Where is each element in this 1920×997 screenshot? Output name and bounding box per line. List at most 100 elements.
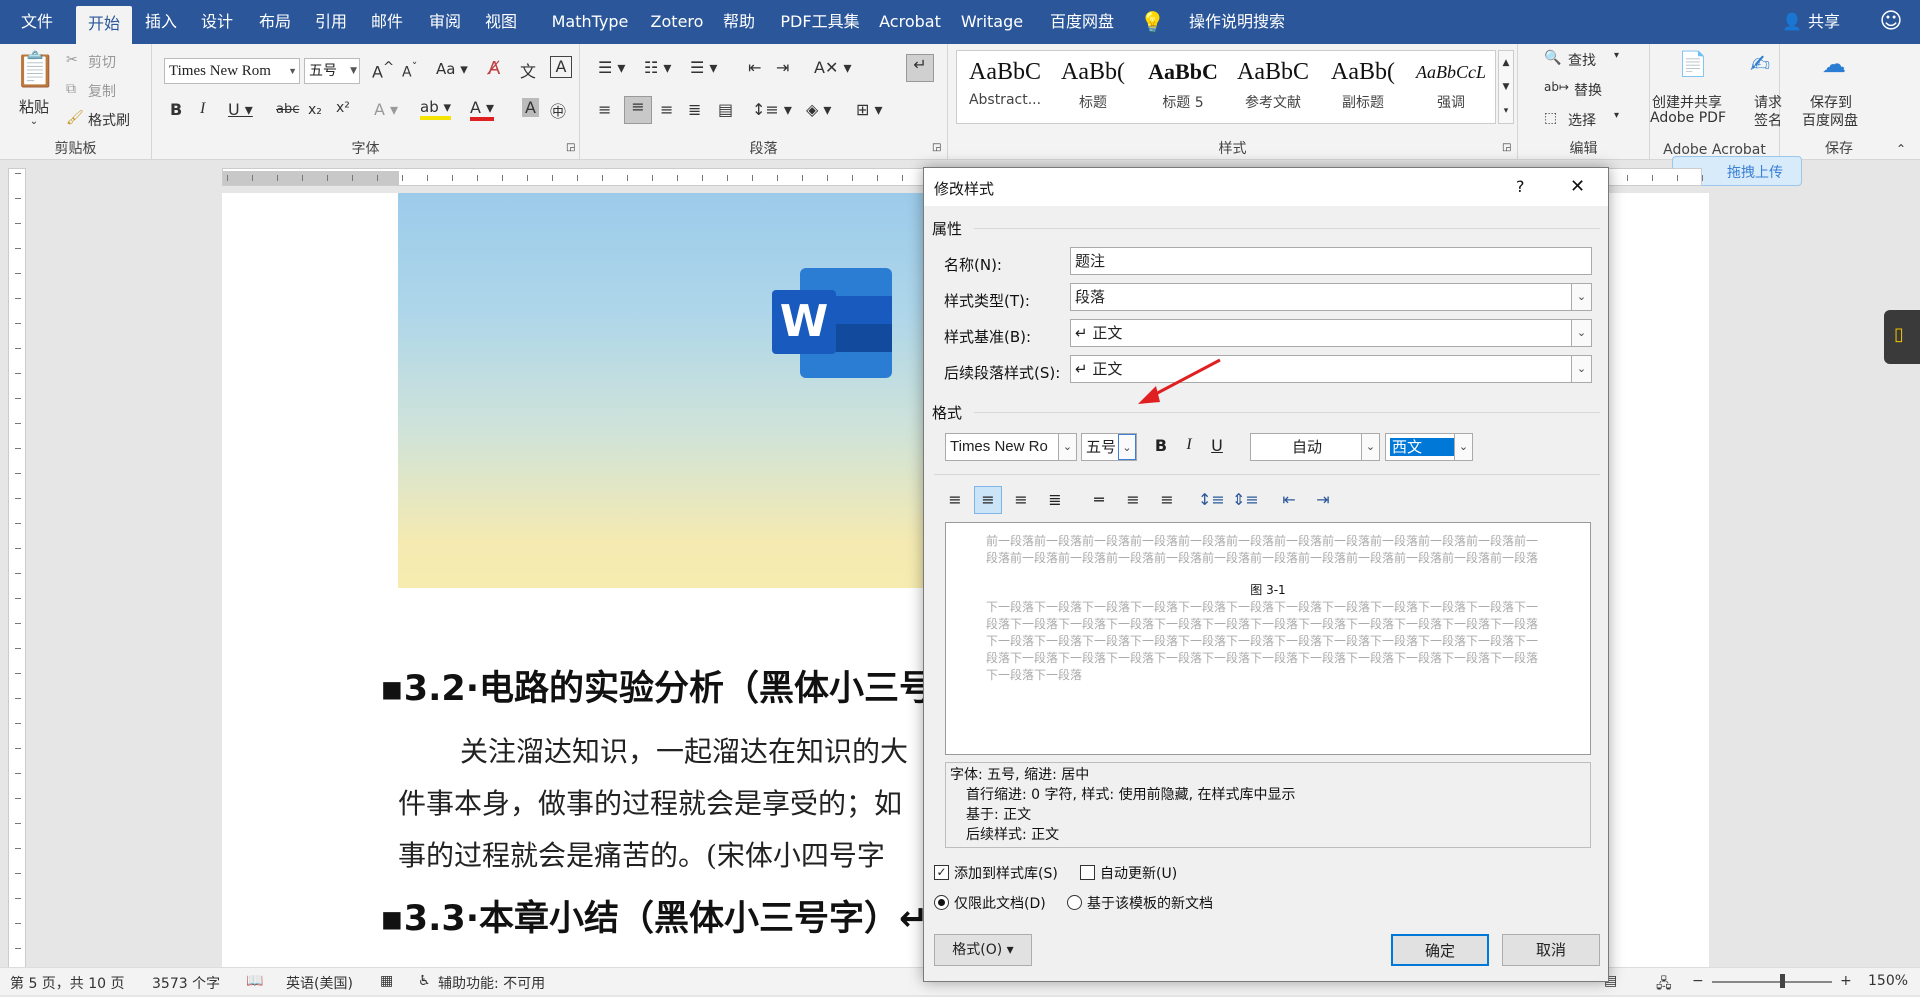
font-color-select[interactable]: 自动 ⌄ [1250,433,1380,461]
bold-button[interactable]: B [1150,436,1172,455]
gallery-scroll[interactable]: ▲ ▼ ▾ [1498,50,1514,124]
request-button[interactable]: 请求 [1754,92,1782,112]
cancel-button[interactable]: 取消 [1502,934,1600,966]
body-line-1[interactable]: 关注溜达知识，一起溜达在知识的大 [460,730,908,770]
align-left-icon[interactable]: ≡ [598,100,611,119]
tab-mathtype[interactable]: MathType [540,0,640,44]
italic-button[interactable]: I [1178,436,1200,454]
tab-zotero[interactable]: Zotero [642,0,712,44]
page-count[interactable]: 第 5 页，共 10 页 [10,973,125,993]
format-button[interactable]: 格式(O) ▾ [934,934,1032,966]
tab-file[interactable]: 文件 [14,0,60,44]
style-heading5[interactable]: AaBbC 标题 5 [1138,52,1228,122]
replace-button[interactable]: 替换 [1574,80,1602,100]
line-spacing-icon[interactable]: ↕≡ ▾ [752,100,792,119]
show-marks-icon[interactable]: ↵ [906,54,934,82]
enclose-char-icon[interactable]: ㊥ [550,98,566,122]
multilevel-list-icon[interactable]: ☰ ▾ [690,58,717,77]
increase-indent-icon[interactable]: ⇥ [1310,490,1336,509]
justify-icon[interactable]: ≣ [688,100,701,119]
tab-acrobat[interactable]: Acrobat [872,0,948,44]
dialog-launcher-icon[interactable]: ◲ [932,142,941,153]
size-select[interactable]: 五号 ⌄ [1081,433,1137,461]
font-color-icon[interactable]: A ▾ [470,98,495,121]
tab-layout[interactable]: 布局 [252,0,298,44]
macro-icon[interactable]: ▦ [380,973,393,989]
decrease-indent-icon[interactable]: ⇤ [748,58,761,77]
tab-baidu-netdisk[interactable]: 百度网盘 [1042,0,1122,44]
double-spacing-icon[interactable]: ≡ [1154,490,1180,509]
auto-update-checkbox[interactable] [1080,865,1095,880]
only-this-document-radio[interactable] [934,895,949,910]
single-spacing-icon[interactable]: ═ [1086,490,1112,509]
grow-font-icon[interactable]: A^ [372,60,394,81]
auto-update-label[interactable]: 自动更新(U) [1100,863,1177,883]
chevron-down-icon[interactable]: ⌄ [24,116,44,127]
share-button[interactable]: 共享 [1804,0,1844,44]
add-to-gallery-checkbox[interactable]: ✓ [934,865,949,880]
format-painter-button[interactable]: 格式刷 [88,110,130,130]
font-select[interactable]: Times New Ro ⌄ [945,433,1077,461]
tab-insert[interactable]: 插入 [138,0,184,44]
web-layout-icon[interactable]: 🖧 [1656,973,1672,997]
tab-help[interactable]: 帮助 [716,0,762,44]
only-this-document-label[interactable]: 仅限此文档(D) [954,893,1046,913]
save-to-button[interactable]: 保存到 [1810,92,1852,112]
vertical-ruler[interactable] [8,168,26,968]
change-case-icon[interactable]: Aa ▾ [436,60,468,78]
char-shading-icon[interactable]: A [522,98,539,117]
copy-button[interactable]: 复制 [88,81,116,101]
zoom-in-icon[interactable]: + [1840,973,1852,989]
document-image[interactable] [398,193,923,588]
tab-pdf-tools[interactable]: PDF工具集 [772,0,868,44]
justify-icon[interactable]: ≣ [1042,490,1068,509]
tab-writage[interactable]: Writage [956,0,1028,44]
char-border-icon[interactable]: A [550,56,572,78]
chevron-down-icon[interactable]: ▾ [1614,50,1619,61]
bold-icon[interactable]: B [170,100,182,119]
style-title[interactable]: AaBb(标题 [1048,52,1138,122]
align-left-icon[interactable]: ≡ [942,490,968,509]
chevron-down-icon[interactable]: ▾ [1614,110,1619,121]
align-center-icon[interactable]: ≡ [624,96,652,124]
pdf-create-icon[interactable]: 📄 [1678,50,1708,78]
side-panel-handle[interactable]: ▯ [1884,310,1920,364]
ok-button[interactable]: 确定 [1391,934,1489,966]
paste-button[interactable]: 粘贴 [10,96,58,117]
subscript-icon[interactable]: x₂ [308,102,322,118]
underline-icon[interactable]: U ▾ [228,100,253,119]
body-line-2[interactable]: 件事本身，做事的过程就会是享受的；如 [398,782,902,822]
numbering-icon[interactable]: ☷ ▾ [644,58,671,77]
phonetic-guide-icon[interactable]: 文 [520,58,536,82]
style-bibliography[interactable]: AaBbC 参考文献 [1228,52,1318,122]
new-documents-label[interactable]: 基于该模板的新文档 [1087,893,1213,913]
style-abstract[interactable]: AaBbC Abstract... [960,52,1050,122]
decrease-indent-icon[interactable]: ⇤ [1276,490,1302,509]
strikethrough-icon[interactable]: abc [276,102,299,117]
style-emphasis[interactable]: AaBbCcL 强调 [1406,52,1496,122]
body-line-3[interactable]: 事的过程就会是痛苦的。(宋体小四号字 [398,834,885,874]
heading-3-3[interactable]: ▪3.3·本章小结（黑体小三号字）↵ [380,890,928,941]
sign-icon[interactable]: ✍ [1750,50,1770,78]
bullets-icon[interactable]: ☰ ▾ [598,58,625,77]
tab-home[interactable]: 开始 [76,6,132,44]
increase-indent-icon[interactable]: ⇥ [776,58,789,77]
font-family-combo[interactable]: Times New Rom ▼ [164,58,300,84]
one-half-spacing-icon[interactable]: ≡ [1120,490,1146,509]
align-center-icon[interactable]: ≡ [974,486,1002,514]
superscript-icon[interactable]: x² [336,100,350,116]
select-button[interactable]: 选择 [1568,110,1596,130]
cut-button[interactable]: 剪切 [88,52,116,72]
tab-review[interactable]: 审阅 [422,0,468,44]
paste-icon[interactable]: 📋 [14,50,56,90]
add-to-gallery-label[interactable]: 添加到样式库(S) [954,863,1058,883]
dialog-launcher-icon[interactable]: ◲ [566,142,575,153]
dialog-launcher-icon[interactable]: ◲ [1502,142,1511,153]
shading-icon[interactable]: ◈ ▾ [806,100,831,119]
zoom-level[interactable]: 150% [1868,973,1908,989]
tell-me-search[interactable]: 操作说明搜索 [1172,0,1302,44]
zoom-slider-thumb[interactable] [1780,974,1785,988]
baidu-cloud-icon[interactable]: ☁ [1822,50,1846,78]
text-effects-icon[interactable]: A ▾ [374,100,398,119]
shrink-font-icon[interactable]: Aˇ [402,60,417,81]
